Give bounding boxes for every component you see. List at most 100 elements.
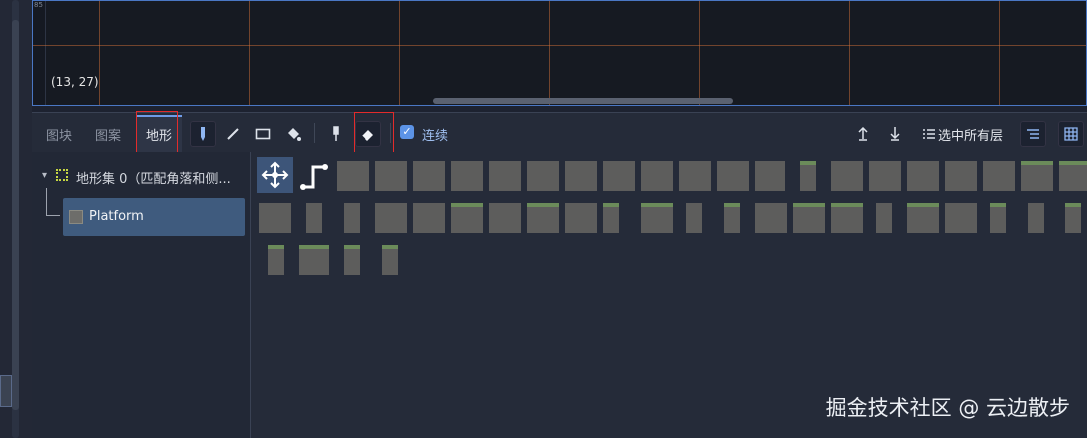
- terrain-tile[interactable]: [831, 203, 863, 233]
- terrain-tile[interactable]: [382, 245, 398, 275]
- terrain-tile[interactable]: [831, 161, 863, 191]
- terrain-item-label: Platform: [89, 209, 144, 224]
- rect-tool-button[interactable]: [250, 121, 276, 147]
- tab-patterns[interactable]: 图案: [95, 125, 121, 144]
- terrain-tile[interactable]: [603, 161, 635, 191]
- terrain-tile[interactable]: [641, 161, 673, 191]
- grid-line: [699, 1, 700, 105]
- path-icon: [300, 164, 328, 190]
- toolbar-separator: [314, 123, 315, 143]
- collapse-arrow-icon[interactable]: ▾: [42, 170, 47, 181]
- terrain-tile[interactable]: [1028, 203, 1044, 233]
- terrain-tile[interactable]: [527, 161, 559, 191]
- terrain-tile[interactable]: [306, 203, 322, 233]
- terrain-tile[interactable]: [983, 161, 1015, 191]
- list-view-button[interactable]: [1020, 121, 1046, 147]
- terrain-tile[interactable]: [451, 203, 483, 233]
- grid-view-button[interactable]: [1058, 121, 1084, 147]
- grid-line: [249, 1, 250, 105]
- terrain-tile[interactable]: [800, 161, 816, 191]
- terrain-tile[interactable]: [299, 245, 329, 275]
- terrain-tile[interactable]: [451, 161, 483, 191]
- terrain-tile[interactable]: [869, 161, 901, 191]
- grid-line: [399, 1, 400, 105]
- arrow-down-icon: [890, 127, 900, 141]
- rect-icon: [255, 128, 271, 140]
- grid-line: [549, 1, 550, 105]
- list-icon: [923, 129, 935, 139]
- grid-view-icon: [1064, 127, 1078, 141]
- vertical-ruler: 85: [33, 1, 46, 105]
- terrain-tile-icon: [69, 210, 83, 224]
- arrow-up-icon: [858, 126, 868, 141]
- terrain-tile[interactable]: [686, 203, 702, 233]
- left-dock-tab[interactable]: [0, 375, 12, 407]
- pencil-tool-button[interactable]: [190, 121, 216, 147]
- terrain-tile[interactable]: [907, 161, 939, 191]
- terrain-tile[interactable]: [793, 203, 825, 233]
- left-scrollbar-thumb[interactable]: [12, 20, 19, 410]
- path-mode-button[interactable]: [297, 157, 331, 193]
- line-icon: [227, 128, 239, 140]
- pencil-icon: [201, 127, 205, 141]
- terrain-set-icon: [56, 169, 68, 181]
- canvas-viewport[interactable]: 85 (13, 27): [32, 0, 1087, 106]
- watermark: 掘金技术社区 @ 云边散步: [825, 396, 1070, 420]
- tree-connector: [46, 215, 60, 216]
- terrain-tile[interactable]: [1059, 161, 1087, 191]
- terrain-tile[interactable]: [990, 203, 1006, 233]
- terrain-tile[interactable]: [876, 203, 892, 233]
- terrain-tile[interactable]: [1021, 161, 1053, 191]
- viewport-hscrollbar[interactable]: [433, 98, 733, 104]
- terrain-tile[interactable]: [603, 203, 619, 233]
- terrain-tile[interactable]: [724, 203, 740, 233]
- terrain-tile[interactable]: [344, 245, 360, 275]
- terrain-tile[interactable]: [344, 203, 360, 233]
- continuous-checkbox[interactable]: ✓: [400, 125, 414, 139]
- terrain-tile[interactable]: [907, 203, 939, 233]
- terrain-tile[interactable]: [565, 161, 597, 191]
- select-all-layers-label[interactable]: 选中所有层: [938, 125, 1003, 144]
- tree-item-platform[interactable]: Platform: [63, 198, 245, 236]
- terrain-tile[interactable]: [565, 203, 597, 233]
- grid-line: [99, 1, 100, 105]
- terrain-set-label[interactable]: 地形集 0（匹配角落和侧...: [76, 168, 231, 187]
- terrain-tile[interactable]: [679, 161, 711, 191]
- toolbar-separator: [390, 123, 391, 143]
- terrain-tile[interactable]: [268, 245, 284, 275]
- picker-icon: [333, 126, 339, 141]
- bucket-tool-button[interactable]: [280, 121, 306, 147]
- tree-connector: [46, 188, 47, 216]
- tab-tiles[interactable]: 图块: [46, 125, 72, 144]
- terrain-tree-panel: ▾ 地形集 0（匹配角落和侧... Platform: [32, 152, 251, 438]
- terrain-tile[interactable]: [259, 203, 291, 233]
- picker-tool-button[interactable]: [323, 121, 349, 147]
- terrain-tile[interactable]: [375, 161, 407, 191]
- tilemap-toolbar: 图块 图案 地形 ✓ 连续 选中所有层: [32, 111, 1087, 163]
- paint-terrain-mode-button[interactable]: [257, 157, 293, 193]
- layer-up-button[interactable]: [850, 121, 876, 147]
- terrain-tile[interactable]: [945, 203, 977, 233]
- terrain-tile[interactable]: [945, 161, 977, 191]
- line-tool-button[interactable]: [220, 121, 246, 147]
- terrain-tile-grid: 掘金技术社区 @ 云边散步: [251, 152, 1087, 438]
- terrain-tile[interactable]: [489, 161, 521, 191]
- highlight-box-eraser: [354, 112, 394, 156]
- terrain-tile[interactable]: [1065, 203, 1081, 233]
- bucket-icon: [288, 128, 301, 141]
- terrain-tile[interactable]: [489, 203, 521, 233]
- continuous-label[interactable]: 连续: [422, 125, 448, 144]
- grid-line: [33, 45, 1086, 46]
- terrain-tile[interactable]: [717, 161, 749, 191]
- layer-down-button[interactable]: [882, 121, 908, 147]
- grid-line: [849, 1, 850, 105]
- cursor-coordinate: (13, 27): [51, 75, 99, 89]
- terrain-tile[interactable]: [755, 161, 785, 191]
- terrain-tile[interactable]: [755, 203, 787, 233]
- terrain-tile[interactable]: [375, 203, 407, 233]
- terrain-tile[interactable]: [413, 203, 445, 233]
- terrain-tile[interactable]: [337, 161, 369, 191]
- terrain-tile[interactable]: [527, 203, 559, 233]
- terrain-tile[interactable]: [413, 161, 445, 191]
- terrain-tile[interactable]: [641, 203, 673, 233]
